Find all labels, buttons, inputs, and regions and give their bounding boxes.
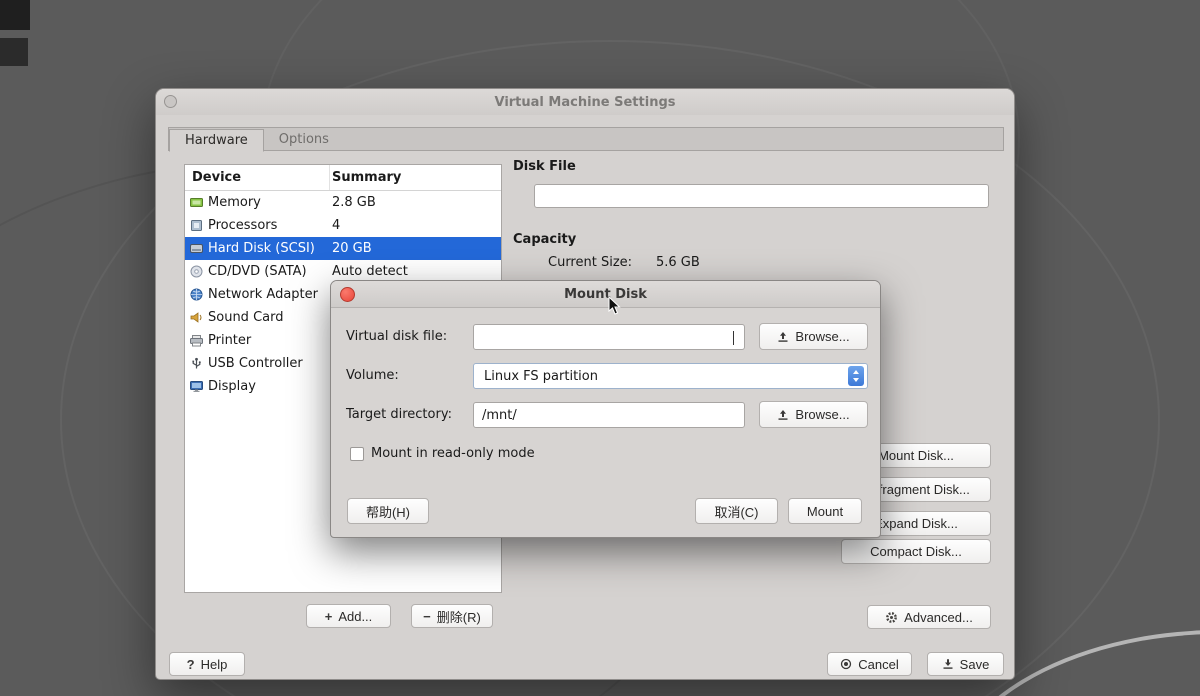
device-row-memory[interactable]: Memory 2.8 GB [185,191,501,214]
current-size-value: 5.6 GB [656,255,700,270]
sound-card-icon [190,311,203,324]
remove-device-button[interactable]: − 删除(R) [411,604,493,628]
tab-bar: Hardware Options [168,127,1004,151]
dialog-help-button[interactable]: 帮助(H) [347,498,429,524]
volume-label: Volume: [346,368,399,383]
tab-options[interactable]: Options [264,128,344,151]
target-directory-label: Target directory: [346,407,452,422]
device-row-processors[interactable]: Processors 4 [185,214,501,237]
download-icon [942,658,954,670]
memory-icon [190,196,203,209]
device-summary: 2.8 GB [330,195,501,210]
text-caret [733,331,734,345]
minus-icon: − [423,609,431,624]
record-circle-icon [840,658,852,670]
device-name: CD/DVD (SATA) [208,264,307,279]
summary-column-header[interactable]: Summary [330,170,501,185]
device-list-header: Device Summary [185,165,501,191]
network-adapter-icon [190,288,203,301]
device-name: Hard Disk (SCSI) [208,241,315,256]
window-title: Virtual Machine Settings [494,95,675,110]
device-name: Network Adapter [208,287,318,302]
device-summary: 4 [330,218,501,233]
desktop-tile [0,0,30,30]
readonly-checkbox-label: Mount in read-only mode [371,446,535,461]
mount-disk-dialog: Mount Disk Virtual disk file: Browse... … [330,280,881,538]
window-close-button[interactable] [164,95,177,108]
gear-icon [885,611,898,624]
save-button[interactable]: Save [927,652,1004,676]
device-column-header[interactable]: Device [185,165,330,190]
cd-dvd-icon [190,265,203,278]
advanced-button[interactable]: Advanced... [867,605,991,629]
device-name: Sound Card [208,310,283,325]
browse-target-directory-button[interactable]: Browse... [759,401,868,428]
device-name: Processors [208,218,277,233]
processor-icon [190,219,203,232]
window-titlebar[interactable]: Virtual Machine Settings [156,89,1014,115]
desktop: Virtual Machine Settings Hardware Option… [0,0,1200,696]
current-size-label: Current Size: [548,255,632,270]
disk-file-input[interactable] [534,184,989,208]
help-button[interactable]: ? Help [169,652,245,676]
device-row-hard-disk[interactable]: Hard Disk (SCSI) 20 GB [185,237,501,260]
dialog-cancel-button[interactable]: 取消(C) [695,498,778,524]
dialog-mount-button[interactable]: Mount [788,498,862,524]
usb-controller-icon [190,357,203,370]
readonly-checkbox[interactable] [350,447,364,461]
virtual-disk-file-input[interactable] [473,324,745,350]
device-name: Printer [208,333,251,348]
dialog-title: Mount Disk [564,287,647,302]
plus-icon: + [325,609,333,624]
device-name: Memory [208,195,261,210]
upload-icon [777,409,789,421]
select-spinner-icon[interactable] [848,366,864,386]
device-summary: Auto detect [330,264,501,279]
device-name: Display [208,379,256,394]
compact-disk-button[interactable]: Compact Disk... [841,539,991,564]
mouse-cursor [608,296,624,320]
cancel-button[interactable]: Cancel [827,652,912,676]
hard-disk-icon [190,242,203,255]
desktop-tile [0,38,28,66]
question-icon: ? [187,657,195,672]
browse-virtual-disk-button[interactable]: Browse... [759,323,868,350]
disk-file-label: Disk File [513,159,576,174]
printer-icon [190,334,203,347]
tab-hardware[interactable]: Hardware [169,129,264,152]
virtual-disk-file-label: Virtual disk file: [346,329,447,344]
add-device-button[interactable]: + Add... [306,604,391,628]
device-name: USB Controller [208,356,303,371]
device-summary: 20 GB [330,241,501,256]
dialog-close-button[interactable] [340,287,355,302]
dialog-titlebar[interactable]: Mount Disk [331,281,880,308]
target-directory-input[interactable]: /mnt/ [473,402,745,428]
capacity-label: Capacity [513,232,576,247]
display-icon [190,380,203,393]
upload-icon [777,331,789,343]
volume-select[interactable]: Linux FS partition [473,363,868,389]
